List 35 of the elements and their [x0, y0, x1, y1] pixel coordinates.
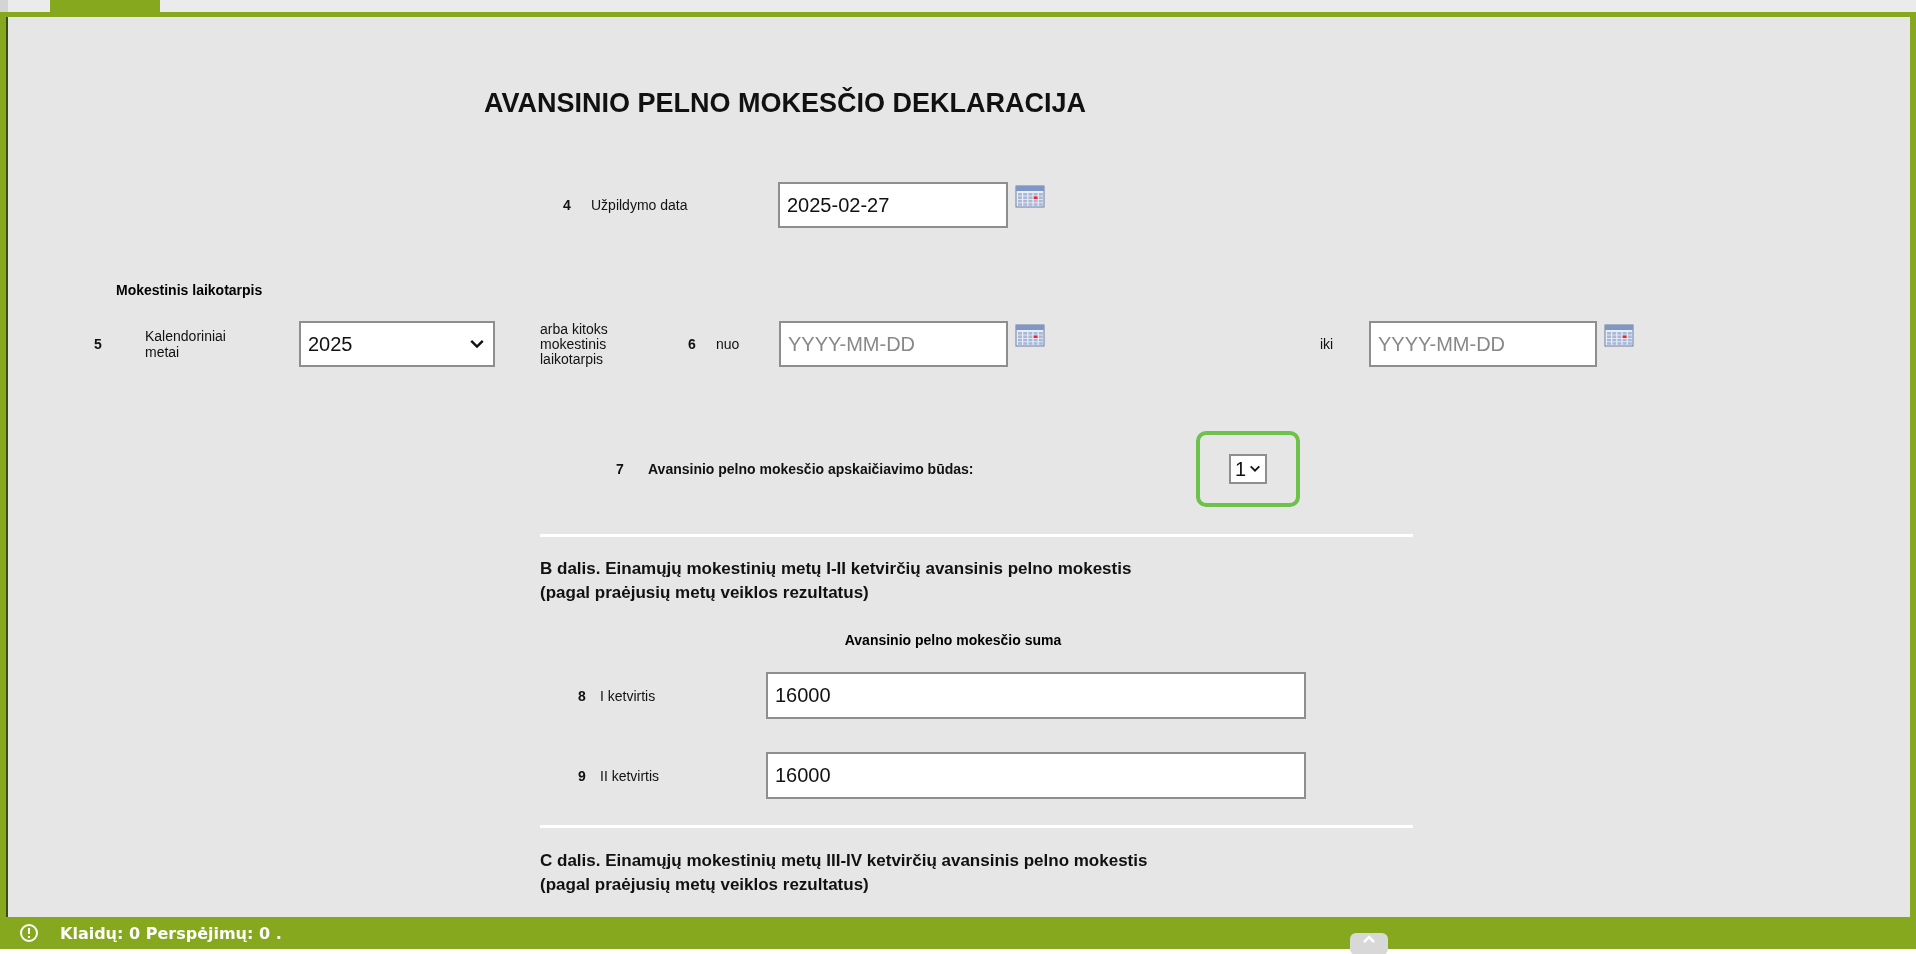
field-number: 7 — [616, 461, 625, 477]
field-label: nuo — [716, 336, 741, 352]
field-label: I ketvirtis — [600, 687, 657, 704]
field-number: 6 — [688, 336, 697, 352]
date-field[interactable]: 2025-02-27 — [778, 182, 1008, 228]
scroll-up-button[interactable] — [1350, 933, 1388, 954]
calendar-icon[interactable] — [1015, 323, 1045, 347]
alert-icon — [19, 923, 39, 943]
amount-field[interactable]: 16000 — [766, 672, 1306, 719]
field-number: 8 — [578, 687, 587, 704]
amount-field[interactable]: 16000 — [766, 752, 1306, 799]
section-heading: C dalis. Einamųjų mokestinių metų III-IV ketvirčių avansinis pelno mokestis (pagal praėjusių metų veiklos rezultatus) — [540, 850, 1149, 896]
year-dropdown[interactable]: 2025 — [299, 321, 495, 367]
section-heading: B dalis. Einamųjų mokestinių metų I-II ketvirčių avansinis pelno mokestis (pagal praėjusių metų veiklos rezultatus) — [540, 558, 1133, 604]
field-number: 9 — [578, 767, 587, 784]
form-title: AVANSINIO PELNO MOKESČIO DEKLARACIJA — [484, 88, 1088, 119]
calendar-icon[interactable] — [1604, 323, 1634, 347]
field-number: 4 — [563, 197, 572, 213]
field-label: arba kitoks mokestinis laikotarpis — [540, 321, 609, 367]
method-dropdown[interactable]: 1 — [1229, 454, 1267, 484]
status-text: Klaidų: 0 Perspėjimų: 0 . — [60, 923, 282, 943]
field-label: II ketvirtis — [600, 767, 661, 784]
section-label: Mokestinis laikotarpis — [116, 282, 264, 298]
chevron-up-icon — [1362, 935, 1376, 944]
field-number: 5 — [94, 336, 103, 352]
field-label: Užpildymo data — [591, 197, 689, 213]
calendar-icon[interactable] — [1015, 184, 1045, 208]
date-field[interactable]: YYYY-MM-DD — [779, 321, 1008, 367]
chevron-down-icon — [469, 339, 485, 349]
date-field[interactable]: YYYY-MM-DD — [1369, 321, 1597, 367]
field-label: Kalendoriniai metai — [145, 328, 227, 360]
field-label: Avansinio pelno mokesčio apskaičiavimo būdas: — [648, 461, 975, 477]
column-heading: Avansinio pelno mokesčio suma — [843, 632, 1063, 648]
chevron-down-icon — [1249, 465, 1261, 473]
field-label: iki — [1320, 336, 1335, 352]
